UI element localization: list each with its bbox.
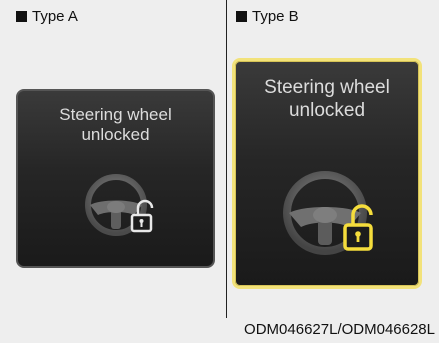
steering-wheel-icon: [85, 174, 154, 236]
divider-line: [226, 0, 227, 318]
type-b-label: Type B: [252, 8, 299, 25]
type-a-heading: Type A: [16, 8, 78, 25]
type-b-display: Steering wheel unlocked: [232, 58, 422, 289]
type-a-display: Steering wheel unlocked: [16, 89, 215, 268]
figure-caption: ODM046627L/ODM046628L: [244, 321, 435, 338]
steering-wheel-icon: [283, 171, 373, 255]
type-a-message: Steering wheel unlocked: [59, 105, 172, 145]
type-a-label: Type A: [32, 8, 78, 25]
type-b-heading: Type B: [236, 8, 299, 25]
type-b-message: Steering wheel unlocked: [264, 77, 390, 121]
bullet-square-icon: [16, 11, 27, 22]
bullet-square-icon: [236, 11, 247, 22]
